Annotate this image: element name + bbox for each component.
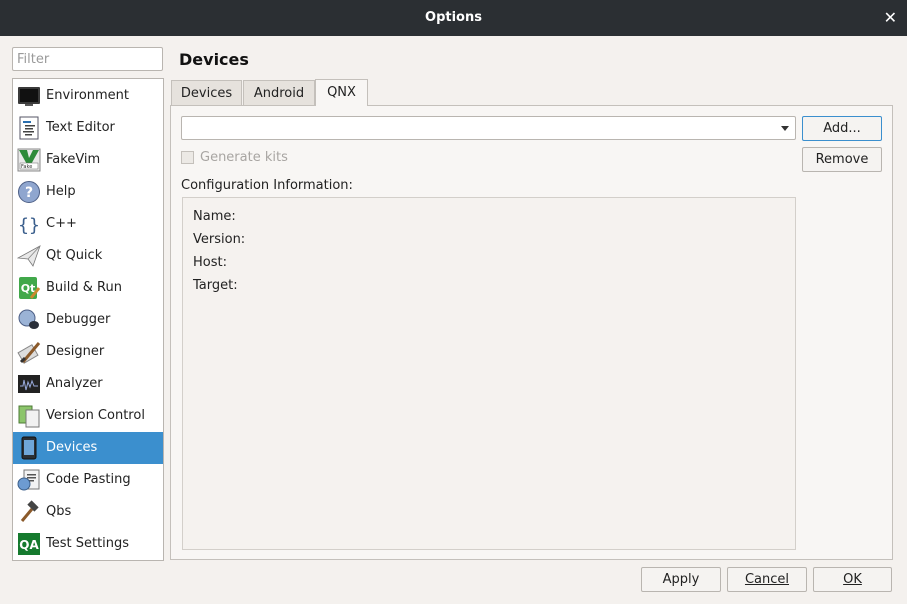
tab-android[interactable]: Android xyxy=(243,80,315,106)
generate-kits-checkbox[interactable] xyxy=(181,151,194,164)
config-info-label: Configuration Information: xyxy=(181,178,353,193)
sidebar-item-label: Version Control xyxy=(46,408,145,423)
bug-icon xyxy=(17,308,41,332)
svg-text:QA: QA xyxy=(19,538,39,552)
sidebar-item-text-editor[interactable]: Text Editor xyxy=(13,112,163,144)
add-button[interactable]: Add... xyxy=(802,116,882,141)
sidebar-item-build-run[interactable]: Qt Build & Run xyxy=(13,272,163,304)
qt-build-icon: Qt xyxy=(17,276,41,300)
brush-icon xyxy=(17,340,41,364)
sidebar-item-version-control[interactable]: Version Control xyxy=(13,400,163,432)
oscilloscope-icon xyxy=(17,372,41,396)
clipboard-globe-icon xyxy=(17,468,41,492)
text-document-icon xyxy=(17,116,41,140)
sidebar-item-label: Environment xyxy=(46,88,130,103)
config-name-label: Name: xyxy=(193,209,236,224)
sidebar-item-cpp[interactable]: {} C++ xyxy=(13,208,163,240)
sidebar-item-help[interactable]: ? Help xyxy=(13,176,163,208)
sidebar-item-designer[interactable]: Designer xyxy=(13,336,163,368)
tab-devices[interactable]: Devices xyxy=(171,80,242,106)
config-info-box xyxy=(182,197,796,550)
config-version-label: Version: xyxy=(193,232,246,247)
sidebar-item-label: Test Settings xyxy=(46,536,130,551)
help-icon: ? xyxy=(17,180,41,204)
category-list: Environment Text Editor Fake FakeVim ? H… xyxy=(12,78,164,561)
sidebar-item-analyzer[interactable]: Analyzer xyxy=(13,368,163,400)
filter-input[interactable] xyxy=(12,47,163,71)
sidebar-item-fakevim[interactable]: Fake FakeVim xyxy=(13,144,163,176)
cancel-button[interactable]: Cancel xyxy=(727,567,807,592)
sidebar-item-label: Code Pasting xyxy=(46,472,131,487)
sidebar-item-label: FakeVim xyxy=(46,152,101,167)
sidebar-item-code-pasting[interactable]: Code Pasting xyxy=(13,464,163,496)
page-title: Devices xyxy=(179,50,249,69)
sidebar-item-label: Analyzer xyxy=(46,376,103,391)
config-target-label: Target: xyxy=(193,278,238,293)
sidebar-item-qt-quick[interactable]: Qt Quick xyxy=(13,240,163,272)
svg-text:Fake: Fake xyxy=(21,164,32,170)
sidebar-item-label: C++ xyxy=(46,216,77,231)
title-bar: Options ✕ xyxy=(0,0,907,36)
sidebar-item-qbs[interactable]: Qbs xyxy=(13,496,163,528)
svg-text:{}: {} xyxy=(18,215,40,236)
sidebar-item-devices[interactable]: Devices xyxy=(13,432,163,464)
monitor-icon xyxy=(17,84,41,108)
config-host-label: Host: xyxy=(193,255,227,270)
ok-button[interactable]: OK xyxy=(813,567,892,592)
remove-button[interactable]: Remove xyxy=(802,147,882,172)
documents-icon xyxy=(17,404,41,428)
apply-button[interactable]: Apply xyxy=(641,567,721,592)
hammer-icon xyxy=(17,500,41,524)
sidebar-item-test-settings[interactable]: QA Test Settings xyxy=(13,528,163,560)
window-title: Options xyxy=(425,10,482,25)
sidebar-item-label: Help xyxy=(46,184,76,199)
sidebar-item-label: Devices xyxy=(46,440,98,455)
sidebar-item-label: Designer xyxy=(46,344,105,359)
svg-text:?: ? xyxy=(25,185,33,201)
generate-kits-label: Generate kits xyxy=(200,150,288,165)
sidebar-item-label: Build & Run xyxy=(46,280,122,295)
qa-icon: QA xyxy=(17,532,41,556)
tab-qnx[interactable]: QNX xyxy=(315,79,368,106)
fakevim-icon: Fake xyxy=(17,148,41,172)
sidebar-item-label: Qbs xyxy=(46,504,72,519)
close-icon[interactable]: ✕ xyxy=(884,0,897,36)
chevron-down-icon xyxy=(781,126,789,131)
sidebar-item-label: Debugger xyxy=(46,312,111,327)
sidebar-item-environment[interactable]: Environment xyxy=(13,80,163,112)
qnx-sdk-combobox[interactable] xyxy=(181,116,796,140)
paper-plane-icon xyxy=(17,244,41,268)
braces-icon: {} xyxy=(17,212,41,236)
sidebar-item-label: Text Editor xyxy=(46,120,115,135)
sidebar-item-debugger[interactable]: Debugger xyxy=(13,304,163,336)
sidebar-item-label: Qt Quick xyxy=(46,248,103,263)
device-icon xyxy=(17,436,41,460)
